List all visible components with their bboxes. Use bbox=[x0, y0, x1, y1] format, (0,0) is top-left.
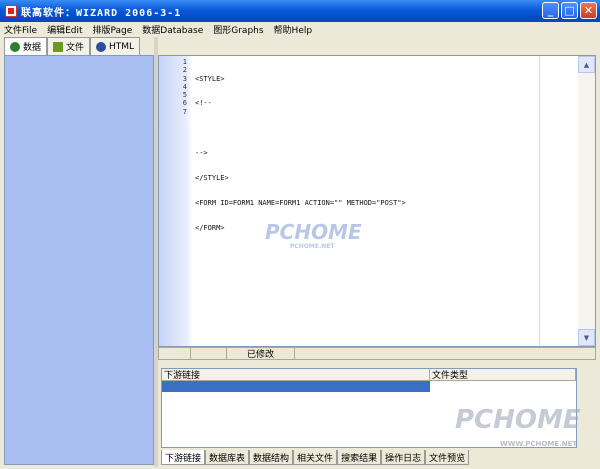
editor-right-margin: ▲ ▼ bbox=[539, 56, 595, 346]
tab-database-tables[interactable]: 数据库表 bbox=[205, 450, 250, 465]
watermark-center-sub: PCHOME.NET bbox=[290, 243, 334, 250]
window-title: 联高软件：WIZARD 2006-3-1 bbox=[21, 7, 182, 19]
status-modified: 已修改 bbox=[227, 348, 295, 360]
table-row[interactable] bbox=[162, 381, 576, 392]
html-globe-icon bbox=[96, 41, 107, 52]
scroll-down-arrow-icon[interactable]: ▼ bbox=[578, 329, 595, 346]
tab-operation-log[interactable]: 操作日志 bbox=[381, 450, 426, 465]
menu-graphs[interactable]: 图形Graphs bbox=[213, 23, 263, 36]
tab-html[interactable]: HTML bbox=[90, 37, 141, 55]
line-number: 6 bbox=[182, 99, 187, 108]
menu-page[interactable]: 排版Page bbox=[93, 23, 133, 36]
watermark-corner-text: PCHOME bbox=[455, 405, 581, 435]
menu-edit[interactable]: 编辑Edit bbox=[47, 23, 82, 36]
status-cell-position bbox=[191, 348, 227, 359]
data-tree-panel[interactable] bbox=[4, 55, 154, 465]
editor-gutter: 1 2 3 4 5 6 7 bbox=[159, 56, 192, 346]
menu-bar: 文件File 编辑Edit 排版Page 数据Database 图形Graphs… bbox=[0, 22, 600, 36]
left-tab-strip: 数据 文件 HTML bbox=[4, 37, 141, 55]
maximize-icon: □ bbox=[564, 4, 575, 17]
bottom-tab-strip: 下游链接 数据库表 数据结构 相关文件 搜索结果 操作日志 文件预览 bbox=[161, 450, 470, 465]
tab-file[interactable]: 文件 bbox=[47, 37, 91, 55]
minimize-button[interactable]: _ bbox=[542, 2, 559, 19]
line-number: 7 bbox=[182, 107, 187, 116]
code-line: <!-- bbox=[195, 99, 212, 108]
tab-search-results[interactable]: 搜索结果 bbox=[337, 450, 382, 465]
scroll-up-arrow-icon[interactable]: ▲ bbox=[578, 56, 595, 73]
line-number: 2 bbox=[182, 66, 187, 75]
title-bar: 联高软件：WIZARD 2006-3-1 _ □ ✕ bbox=[0, 0, 600, 22]
selected-cell[interactable] bbox=[162, 381, 430, 392]
tab-downstream-links[interactable]: 下游链接 bbox=[161, 450, 206, 465]
database-icon bbox=[10, 41, 20, 52]
tab-file-label: 文件 bbox=[66, 43, 85, 53]
app-icon bbox=[5, 5, 17, 17]
watermark-center-text: PCHOME bbox=[265, 220, 362, 244]
code-line: </STYLE> bbox=[195, 174, 229, 183]
line-numbers: 1 2 3 4 5 6 7 bbox=[159, 58, 187, 116]
line-number: 3 bbox=[182, 74, 187, 83]
tab-file-preview[interactable]: 文件预览 bbox=[425, 450, 470, 465]
vertical-scrollbar[interactable]: ▲ ▼ bbox=[578, 56, 595, 346]
code-line: <FORM ID=FORM1 NAME=FORM1 ACTION="" METH… bbox=[195, 199, 406, 208]
watermark-corner-sub: WWW.PCHOME.NET bbox=[500, 440, 577, 448]
menu-help[interactable]: 帮助Help bbox=[274, 23, 313, 36]
maximize-button[interactable]: □ bbox=[561, 2, 578, 19]
watermark-center-sub-text: PCHOME.NET bbox=[290, 243, 335, 250]
status-cell-rest bbox=[295, 348, 595, 359]
tab-data[interactable]: 数据 bbox=[4, 37, 48, 55]
grid-header: 下游链接 文件类型 bbox=[162, 369, 576, 381]
watermark-center: PCHOME bbox=[265, 220, 362, 244]
watermark-corner: PCHOME bbox=[455, 405, 581, 435]
close-icon: ✕ bbox=[583, 4, 594, 17]
tab-data-label: 数据 bbox=[23, 43, 42, 53]
code-line: --> bbox=[195, 149, 208, 158]
watermark-corner-sub-text: WWW.PCHOME.NET bbox=[500, 440, 578, 448]
tab-data-structure[interactable]: 数据结构 bbox=[249, 450, 294, 465]
line-number: 5 bbox=[182, 91, 187, 100]
minimize-icon: _ bbox=[547, 4, 554, 17]
status-cell-blank bbox=[159, 348, 191, 359]
tab-related-files[interactable]: 相关文件 bbox=[293, 450, 338, 465]
line-number: 1 bbox=[182, 58, 187, 66]
window-controls: _ □ ✕ bbox=[542, 2, 597, 19]
editor-status-bar: 已修改 bbox=[158, 347, 596, 360]
table-cell[interactable] bbox=[430, 381, 576, 392]
code-editor[interactable]: 1 2 3 4 5 6 7 <STYLE> <!-- --> </STYLE> … bbox=[158, 55, 596, 347]
menu-database[interactable]: 数据Database bbox=[142, 23, 203, 36]
column-header-downstream-links[interactable]: 下游链接 bbox=[162, 369, 430, 381]
code-line: <STYLE> bbox=[195, 74, 225, 83]
file-icon bbox=[53, 41, 64, 52]
tab-html-label: HTML bbox=[109, 41, 135, 52]
column-header-file-type[interactable]: 文件类型 bbox=[430, 369, 576, 381]
menu-file[interactable]: 文件File bbox=[4, 23, 37, 36]
line-number: 4 bbox=[182, 82, 187, 91]
close-button[interactable]: ✕ bbox=[580, 2, 597, 19]
